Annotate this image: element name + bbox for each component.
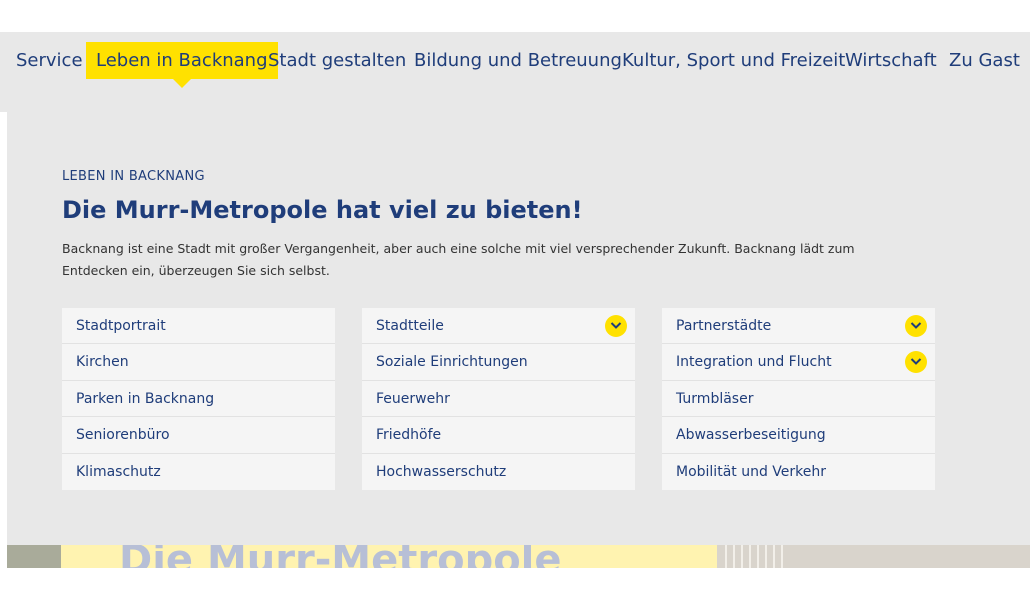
- intro-text: Backnang ist eine Stadt mit großer Verga…: [62, 241, 855, 278]
- nav-item-service[interactable]: Service: [6, 42, 93, 79]
- chevron-down-icon[interactable]: [905, 315, 927, 337]
- menu-link-label: Mobilität und Verkehr: [676, 463, 827, 480]
- link-column-1: Stadtportrait Kirchen Parken in Backnang…: [62, 308, 335, 490]
- menu-link-label: Stadtteile: [376, 318, 444, 334]
- menu-link-abwasserbeseitigung[interactable]: Abwasserbeseitigung: [662, 417, 935, 454]
- page-title: Die Murr-Metropole hat viel zu bieten!: [62, 196, 583, 224]
- menu-link-label: Abwasserbeseitigung: [676, 427, 826, 444]
- menu-link-label: Seniorenbüro: [76, 427, 170, 444]
- hero-image-left: [7, 545, 61, 568]
- chevron-down-icon[interactable]: [605, 315, 627, 337]
- nav-item-wirtschaft[interactable]: Wirtschaft: [835, 42, 947, 79]
- hero-image-right: [717, 545, 1030, 568]
- menu-link-label: Klimaschutz: [76, 463, 161, 480]
- menu-link-label: Stadtportrait: [76, 318, 166, 334]
- hero-title: Die Murr-Metropole: [119, 545, 562, 568]
- menu-link-parken[interactable]: Parken in Backnang: [62, 380, 335, 418]
- menu-link-mobilitaet-und-verkehr[interactable]: Mobilität und Verkehr: [662, 453, 935, 490]
- link-column-2: Stadtteile Soziale Einrichtungen Feuerwe…: [362, 308, 635, 490]
- menu-link-label: Turmbläser: [676, 390, 754, 407]
- menu-link-hochwasserschutz[interactable]: Hochwasserschutz: [362, 453, 635, 490]
- section-eyebrow: LEBEN IN BACKNANG: [62, 169, 205, 184]
- menu-link-label: Hochwasserschutz: [376, 463, 507, 480]
- menu-link-partnerstaedte[interactable]: Partnerstädte: [662, 308, 935, 345]
- menu-link-klimaschutz[interactable]: Klimaschutz: [62, 453, 335, 490]
- menu-link-label: Soziale Einrichtungen: [376, 354, 528, 371]
- menu-link-integration-und-flucht[interactable]: Integration und Flucht: [662, 344, 935, 381]
- nav-item-leben-in-backnang[interactable]: Leben in Backnang: [86, 42, 278, 88]
- menu-link-label: Feuerwehr: [376, 390, 450, 407]
- menu-link-label: Partnerstädte: [676, 318, 772, 334]
- menu-link-stadtportrait[interactable]: Stadtportrait: [62, 308, 335, 345]
- hero-banner: Die Murr-Metropole: [7, 545, 1030, 568]
- menu-link-stadtteile[interactable]: Stadtteile: [362, 308, 635, 345]
- menu-link-label: Kirchen: [76, 354, 129, 371]
- nav-item-bildung-und-betreuung[interactable]: Bildung und Betreuung: [404, 42, 632, 79]
- menu-link-label: Friedhöfe: [376, 427, 442, 444]
- menu-link-label: Integration und Flucht: [676, 354, 832, 371]
- nav-item-stadt-gestalten[interactable]: Stadt gestalten: [258, 42, 416, 79]
- menu-link-label: Parken in Backnang: [76, 390, 215, 407]
- main-navigation: Service Leben in Backnang Stadt gestalte…: [0, 32, 1030, 112]
- mega-menu-panel: LEBEN IN BACKNANG Die Murr-Metropole hat…: [7, 112, 1030, 545]
- menu-link-friedhoefe[interactable]: Friedhöfe: [362, 417, 635, 454]
- menu-link-seniorenbuero[interactable]: Seniorenbüro: [62, 417, 335, 454]
- chevron-down-icon[interactable]: [905, 351, 927, 374]
- menu-link-turmblaeser[interactable]: Turmbläser: [662, 380, 935, 418]
- nav-item-kultur-sport-freizeit[interactable]: Kultur, Sport und Freizeit: [612, 42, 855, 79]
- menu-link-kirchen[interactable]: Kirchen: [62, 344, 335, 381]
- menu-link-soziale-einrichtungen[interactable]: Soziale Einrichtungen: [362, 344, 635, 381]
- menu-link-feuerwehr[interactable]: Feuerwehr: [362, 380, 635, 418]
- link-column-3: Partnerstädte Integration und Flucht Tur…: [662, 308, 935, 490]
- nav-item-zu-gast[interactable]: Zu Gast: [939, 42, 1030, 79]
